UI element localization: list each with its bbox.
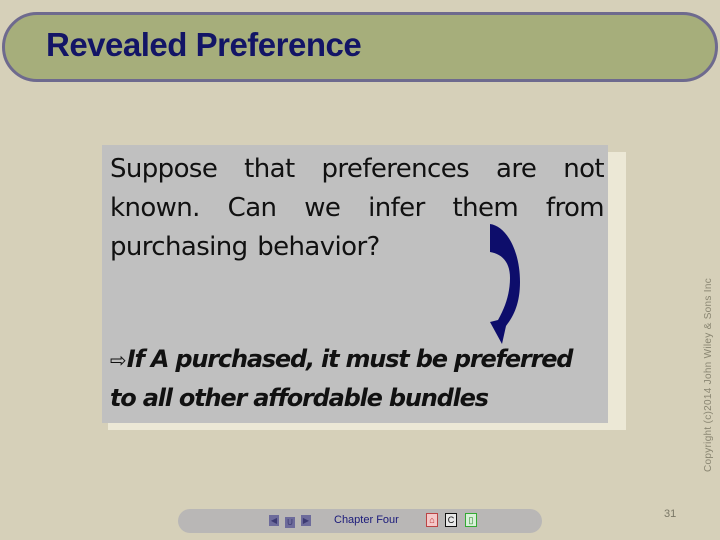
exit-icon[interactable]: ▯ [465, 513, 477, 527]
bullet-point: ⇨If A purchased, it must be preferred to… [110, 340, 604, 417]
content-panel: Suppose that preferences are not known. … [102, 145, 608, 423]
previous-slide-button[interactable]: ◀ [269, 515, 279, 526]
curved-arrow-shape [490, 224, 520, 344]
slide-title: Revealed Preference [46, 26, 362, 63]
home-icon[interactable]: ⌂ [426, 513, 438, 527]
return-button[interactable]: U [285, 517, 295, 528]
copyright-text: Copyright (c)2014 John Wiley & Sons Inc [703, 277, 714, 472]
page-number: 31 [664, 508, 677, 520]
next-slide-button[interactable]: ▶ [301, 515, 311, 526]
contents-icon[interactable]: C [445, 513, 457, 527]
chapter-label: Chapter Four [334, 514, 399, 526]
body-text: Suppose that preferences are not known. … [110, 154, 605, 262]
footer-nav-bar: ◀ U ▶ Chapter Four ⌂ C ▯ [178, 509, 542, 533]
bullet-text: If A purchased, it must be preferred to … [110, 345, 573, 412]
curved-arrow-icon [490, 224, 520, 344]
bullet-arrow-icon: ⇨ [110, 348, 127, 372]
